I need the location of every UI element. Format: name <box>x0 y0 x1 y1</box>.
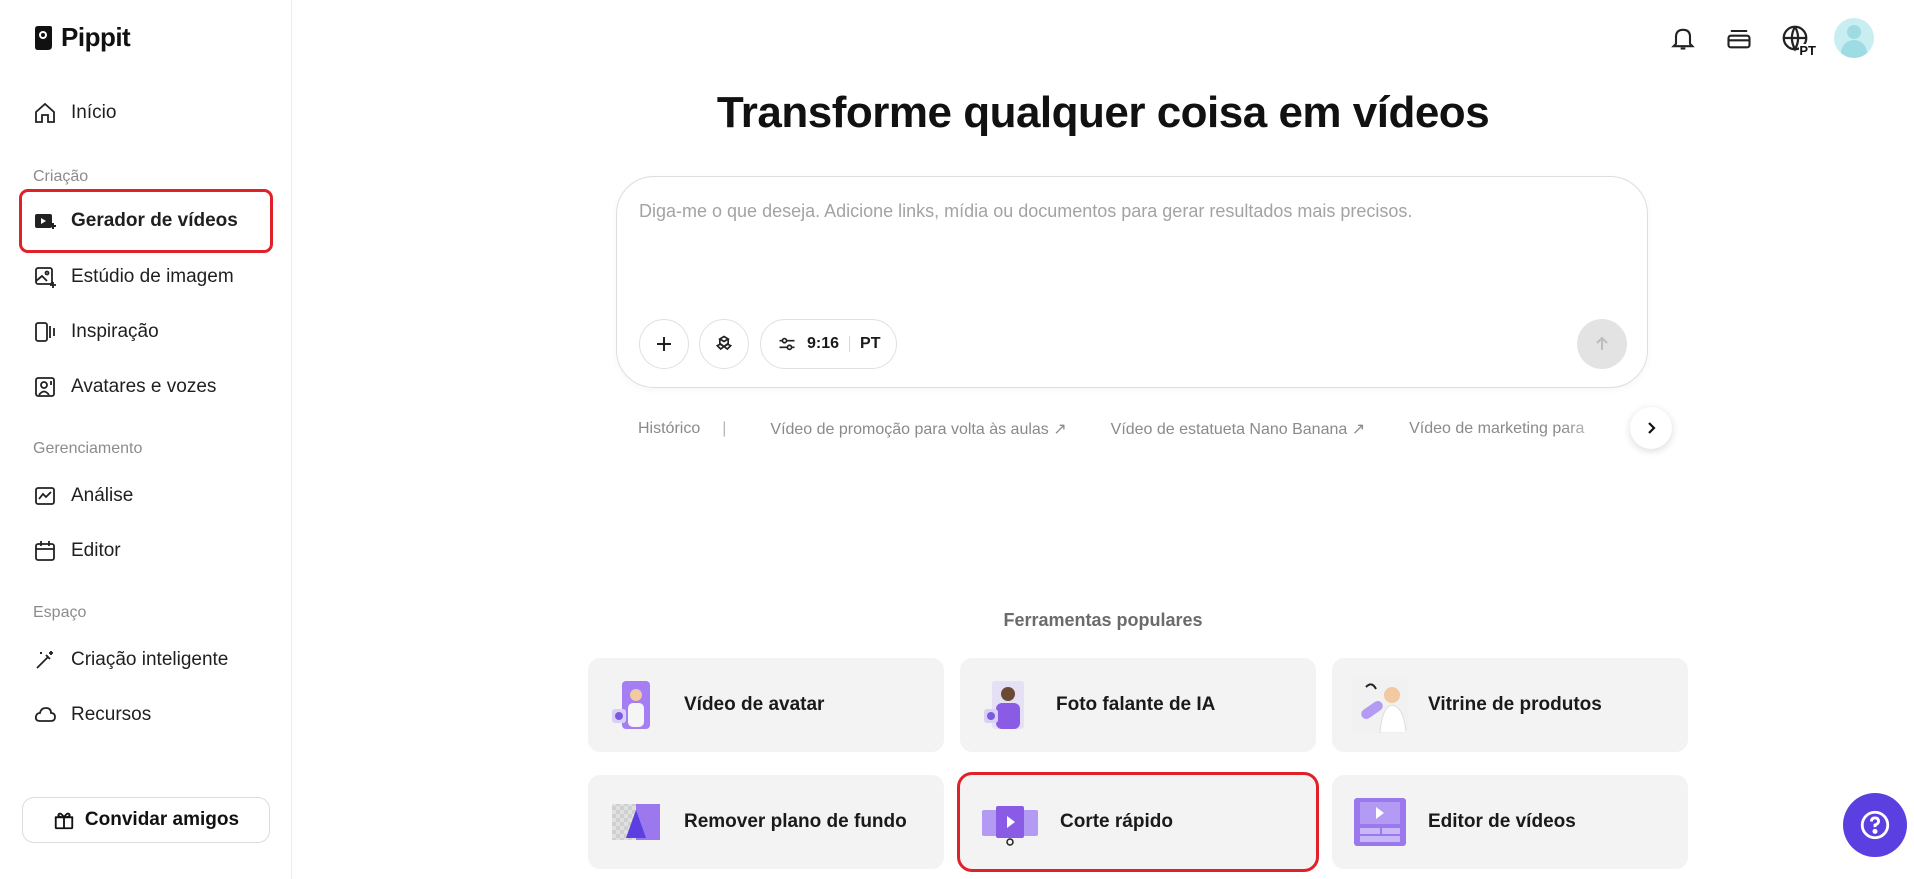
arrow-up-icon <box>1596 336 1608 350</box>
section-label-espaco: Espaço <box>33 604 87 621</box>
sidebar-item-label: Avatares e vozes <box>71 376 217 397</box>
aspect-ratio-value: 9:16 <box>807 335 840 352</box>
user-avatar[interactable] <box>1834 18 1874 58</box>
tool-card-remove-background[interactable]: Remover plano de fundo <box>588 775 944 869</box>
sidebar-item-label: Gerador de vídeos <box>71 210 238 231</box>
quick-cut-thumbnail <box>980 794 1040 850</box>
logo-text: Pippit <box>61 22 131 52</box>
suggestion-item[interactable]: Vídeo de estatueta Nano Banana ↗ <box>1089 419 1387 439</box>
sidebar-item-label: Criação inteligente <box>71 649 229 670</box>
pippit-logo-icon <box>33 25 53 51</box>
sidebar-item-label: Inspiração <box>71 321 159 342</box>
suggestions-bar: Histórico | Vídeo de promoção para volta… <box>616 414 1648 444</box>
bell-icon <box>1671 28 1695 50</box>
question-mark-icon <box>1860 810 1890 840</box>
invite-friends-button[interactable]: Convidar amigos <box>22 797 270 843</box>
sidebar-item-inspiracao[interactable]: Inspiração <box>22 309 270 355</box>
prompt-input[interactable] <box>639 201 1619 222</box>
header-actions: PT <box>1666 18 1874 58</box>
avatar-body-shape <box>1841 40 1867 58</box>
calendar-icon <box>35 541 55 561</box>
pill-divider <box>849 336 851 352</box>
sidebar-item-estudio-de-imagem[interactable]: Estúdio de imagem <box>22 254 270 300</box>
cloud-icon <box>34 707 56 722</box>
add-attachment-button[interactable] <box>639 319 689 369</box>
sidebar-item-label: Estúdio de imagem <box>71 266 234 287</box>
sidebar-item-label: Início <box>71 102 117 123</box>
tool-label: Remover plano de fundo <box>684 811 907 832</box>
chevron-right-icon <box>1648 422 1656 434</box>
video-editor-thumbnail <box>1352 794 1408 850</box>
help-button[interactable] <box>1843 793 1907 857</box>
tool-label: Vídeo de avatar <box>684 694 825 715</box>
app-root: Pippit Início Criação Gerador de vídeos … <box>0 0 1914 879</box>
sidebar-item-label: Análise <box>71 485 134 506</box>
tool-label: Corte rápido <box>1060 811 1173 832</box>
logo[interactable]: Pippit <box>33 22 131 53</box>
cubes-icon <box>715 335 733 351</box>
video-settings-button[interactable]: 9:16 PT <box>760 319 898 369</box>
language-code: PT <box>1799 43 1816 58</box>
sidebar-item-criacao-inteligente[interactable]: Criação inteligente <box>22 637 270 683</box>
section-label-criacao: Criação <box>33 168 89 185</box>
language-button[interactable]: PT <box>1778 21 1816 57</box>
sidebar-item-analise[interactable]: Análise <box>22 473 270 519</box>
tool-label: Foto falante de IA <box>1056 694 1216 715</box>
sidebar-item-editor[interactable]: Editor <box>22 528 270 574</box>
tool-label: Vitrine de produtos <box>1428 694 1602 715</box>
talking-photo-thumbnail <box>980 677 1036 733</box>
gift-icon <box>54 812 74 830</box>
remove-background-thumbnail <box>608 794 664 850</box>
sidebar-item-inicio[interactable]: Início <box>22 90 270 136</box>
sidebar-item-label: Recursos <box>71 704 152 725</box>
suggestions-next-button[interactable] <box>1630 407 1672 449</box>
tool-card-product-showcase[interactable]: Vitrine de produtos <box>1332 658 1688 752</box>
popular-tools-title: Ferramentas populares <box>1003 610 1203 630</box>
video-generator-icon <box>35 214 56 229</box>
image-studio-icon <box>35 267 56 288</box>
history-link[interactable]: Histórico <box>616 420 722 438</box>
product-showcase-thumbnail <box>1352 677 1408 733</box>
tool-card-ai-talking-photo[interactable]: Foto falante de IA <box>960 658 1316 752</box>
invite-label: Convidar amigos <box>84 809 240 830</box>
magic-wand-icon <box>36 651 53 669</box>
notifications-button[interactable] <box>1666 21 1700 55</box>
page-title: Transforme qualquer coisa em vídeos <box>716 88 1490 137</box>
tool-card-quick-cut[interactable]: Corte rápido <box>957 772 1319 872</box>
tool-card-video-editor[interactable]: Editor de vídeos <box>1332 775 1688 869</box>
send-button[interactable] <box>1577 319 1627 369</box>
sidebar-item-gerador-de-videos[interactable]: Gerador de vídeos <box>19 189 273 253</box>
avatar-video-thumbnail <box>608 677 664 733</box>
avatar-voice-icon <box>35 377 55 397</box>
section-label-gerenciamento: Gerenciamento <box>33 440 143 457</box>
analytics-icon <box>35 487 55 505</box>
tool-label: Editor de vídeos <box>1428 811 1576 832</box>
tool-card-avatar-video[interactable]: Vídeo de avatar <box>588 658 944 752</box>
assets-button[interactable] <box>699 319 749 369</box>
sidebar-item-recursos[interactable]: Recursos <box>22 692 270 738</box>
prompt-box: 9:16 PT <box>616 176 1648 388</box>
home-icon <box>35 102 55 123</box>
plus-icon <box>657 337 671 351</box>
suggestion-item[interactable]: Vídeo de promoção para volta às aulas ↗ <box>726 419 1088 439</box>
stack-icon <box>1727 29 1751 49</box>
language-value: PT <box>860 335 881 352</box>
sidebar-item-avatares-e-vozes[interactable]: Avatares e vozes <box>22 364 270 410</box>
sidebar-item-label: Editor <box>71 540 121 561</box>
layers-button[interactable] <box>1722 21 1756 55</box>
inspiration-icon <box>35 322 55 342</box>
sidebar: Pippit Início Criação Gerador de vídeos … <box>0 0 292 879</box>
avatar-head-shape <box>1847 25 1861 39</box>
sliders-icon <box>779 337 795 351</box>
suggestions-fade <box>1560 410 1630 450</box>
